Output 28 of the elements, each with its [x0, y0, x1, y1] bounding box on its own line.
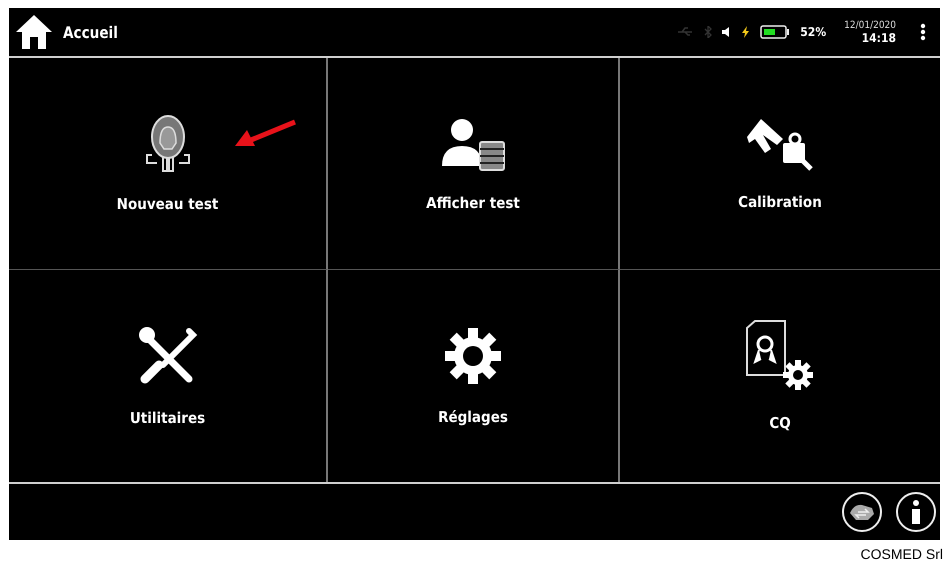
battery-icon: [760, 25, 790, 39]
menu-tile[interactable]: Réglages: [328, 270, 620, 482]
info-icon: [911, 500, 921, 524]
time-text: 14:18: [862, 30, 896, 44]
battery-percentage: 52%: [800, 25, 826, 39]
screen-title: Accueil: [63, 22, 118, 42]
tile-label: Nouveau test: [116, 194, 218, 212]
menu-icon[interactable]: [920, 23, 926, 41]
menu-tile[interactable]: Utilitaires: [9, 270, 328, 482]
tile-label: Utilitaires: [130, 409, 206, 427]
menu-tile[interactable]: Afficher test: [328, 58, 620, 270]
tile-label: Réglages: [438, 408, 508, 426]
menu-tile[interactable]: CQ: [620, 270, 940, 482]
caliper-weight-icon: [745, 116, 815, 170]
tile-label: CQ: [769, 414, 791, 432]
menu-tile[interactable]: Calibration: [620, 58, 940, 270]
settings-icon: [443, 326, 503, 386]
transfer-button[interactable]: [842, 492, 882, 532]
copyright-caption: COSMED Srl: [860, 546, 943, 562]
certificate-gear-icon: [745, 320, 815, 392]
tile-label: Afficher test: [426, 194, 520, 212]
tile-label: Calibration: [738, 192, 822, 210]
menu-tile[interactable]: Nouveau test: [9, 58, 328, 270]
date-text: 12/01/2020: [844, 20, 896, 30]
home-icon[interactable]: [15, 14, 53, 50]
patient-mask-icon: [144, 114, 190, 172]
transfer-icon: [849, 503, 875, 521]
info-button[interactable]: [896, 492, 936, 532]
